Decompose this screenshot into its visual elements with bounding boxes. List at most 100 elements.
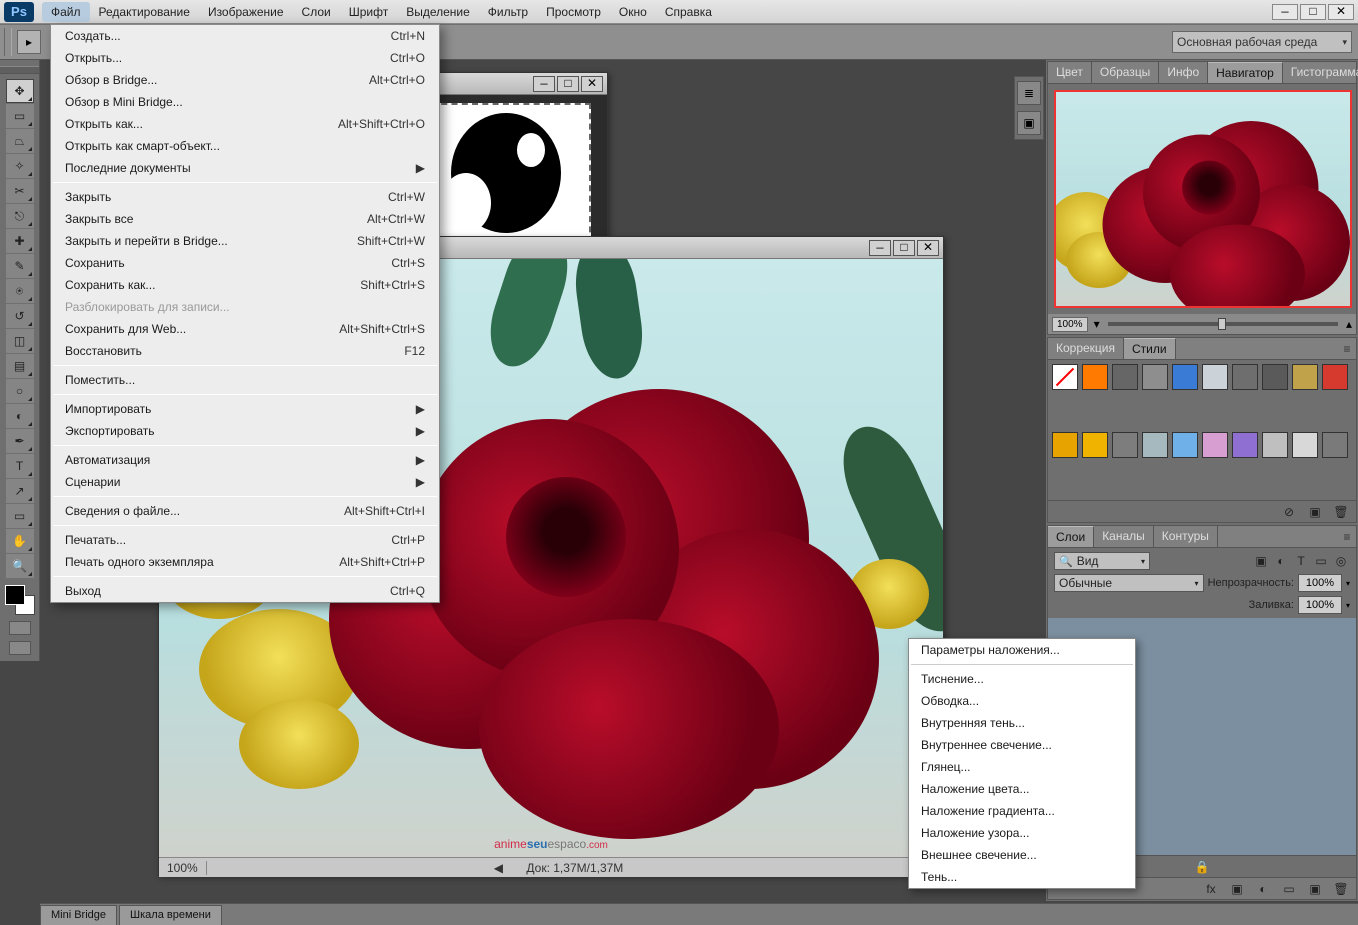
menuitem-печать-одного-экземпляра[interactable]: Печать одного экземпляраAlt+Shift+Ctrl+P xyxy=(51,551,439,573)
menuitem-создать-[interactable]: Создать...Ctrl+N xyxy=(51,25,439,47)
menuitem-выход[interactable]: ВыходCtrl+Q xyxy=(51,580,439,602)
menuitem-сохранить-как-[interactable]: Сохранить как...Shift+Ctrl+S xyxy=(51,274,439,296)
menuitem-открыть-как-[interactable]: Открыть как...Alt+Shift+Ctrl+O xyxy=(51,113,439,135)
navigator-zoom-value[interactable]: 100% xyxy=(1052,317,1088,332)
menuitem-печатать-[interactable]: Печатать...Ctrl+P xyxy=(51,529,439,551)
lock-icon[interactable]: 🔒 xyxy=(1195,860,1210,874)
style-swatch[interactable] xyxy=(1232,432,1258,458)
layer-new-icon[interactable]: ▣ xyxy=(1306,880,1324,898)
zoom-out-icon[interactable]: ▾ xyxy=(1094,317,1100,331)
zoom-in-icon[interactable]: ▴ xyxy=(1346,317,1352,331)
style-swatch[interactable] xyxy=(1112,364,1138,390)
filter-smart-icon[interactable]: ◎ xyxy=(1332,552,1350,570)
tab-навигатор[interactable]: Навигатор xyxy=(1208,62,1283,83)
style-swatch[interactable] xyxy=(1142,364,1168,390)
style-swatch[interactable] xyxy=(1322,432,1348,458)
menuitem-обзор-в-mini-bridge-[interactable]: Обзор в Mini Bridge... xyxy=(51,91,439,113)
menuitem-сохранить-для-web-[interactable]: Сохранить для Web...Alt+Shift+Ctrl+S xyxy=(51,318,439,340)
fx-тень-[interactable]: Тень... xyxy=(909,866,1135,888)
pen-tool[interactable]: ✒ xyxy=(6,429,34,453)
menu-изображение[interactable]: Изображение xyxy=(199,2,293,22)
stamp-tool[interactable]: ⍟ xyxy=(6,279,34,303)
menuitem-поместить-[interactable]: Поместить... xyxy=(51,369,439,391)
style-swatch[interactable] xyxy=(1262,364,1288,390)
menuitem-восстановить[interactable]: ВосстановитьF12 xyxy=(51,340,439,362)
zoom-value[interactable]: 100% xyxy=(159,861,207,875)
menu-выделение[interactable]: Выделение xyxy=(397,2,479,22)
workspace-select[interactable]: Основная рабочая среда xyxy=(1172,31,1352,53)
crop-tool[interactable]: ✂ xyxy=(6,179,34,203)
zoom-tool[interactable]: 🔍 xyxy=(6,554,34,578)
move-tool[interactable]: ✥ xyxy=(6,79,34,103)
style-swatch[interactable] xyxy=(1082,432,1108,458)
menu-просмотр[interactable]: Просмотр xyxy=(537,2,610,22)
doc-minimize-icon[interactable]: — xyxy=(533,76,555,92)
color-swatch[interactable] xyxy=(5,585,35,615)
menu-слои[interactable]: Слои xyxy=(293,2,340,22)
menu-файл[interactable]: Файл xyxy=(42,2,90,22)
fx-внутреннее-свечение-[interactable]: Внутреннее свечение... xyxy=(909,734,1135,756)
style-swatch[interactable] xyxy=(1172,432,1198,458)
style-swatch[interactable] xyxy=(1052,364,1078,390)
history-tool[interactable]: ↺ xyxy=(6,304,34,328)
layer-adj-icon[interactable]: ◐ xyxy=(1254,880,1272,898)
menuitem-экспортировать[interactable]: Экспортировать▶ xyxy=(51,420,439,442)
lasso-tool[interactable]: ⏢ xyxy=(6,129,34,153)
doc-close-icon[interactable]: ✕ xyxy=(917,240,939,256)
style-swatch[interactable] xyxy=(1292,364,1318,390)
style-swatch[interactable] xyxy=(1172,364,1198,390)
fx-наложение-цвета-[interactable]: Наложение цвета... xyxy=(909,778,1135,800)
tab-коррекция[interactable]: Коррекция xyxy=(1048,338,1124,359)
menu-справка[interactable]: Справка xyxy=(656,2,721,22)
layer-trash-icon[interactable]: 🗑 xyxy=(1332,880,1350,898)
menu-окно[interactable]: Окно xyxy=(610,2,656,22)
doc-close-icon[interactable]: ✕ xyxy=(581,76,603,92)
eraser-tool[interactable]: ◫ xyxy=(6,329,34,353)
menuitem-открыть-[interactable]: Открыть...Ctrl+O xyxy=(51,47,439,69)
eyedropper-tool[interactable]: ⎋ xyxy=(6,204,34,228)
fg-color[interactable] xyxy=(5,585,25,605)
blur-tool[interactable]: ○ xyxy=(6,379,34,403)
quickmask-icon[interactable] xyxy=(9,621,31,635)
style-swatch[interactable] xyxy=(1292,432,1318,458)
layer-fx-icon[interactable]: fx xyxy=(1202,880,1220,898)
filter-img-icon[interactable]: ▣ xyxy=(1252,552,1270,570)
fx-глянец-[interactable]: Глянец... xyxy=(909,756,1135,778)
tab-образцы[interactable]: Образцы xyxy=(1092,62,1159,83)
fx-наложение-узора-[interactable]: Наложение узора... xyxy=(909,822,1135,844)
filter-fx-icon[interactable]: ◐ xyxy=(1272,552,1290,570)
menu-редактирование[interactable]: Редактирование xyxy=(90,2,199,22)
fx-параметры-наложения-[interactable]: Параметры наложения... xyxy=(909,639,1135,661)
dodge-tool[interactable]: ◐ xyxy=(6,404,34,428)
type-tool[interactable]: T xyxy=(6,454,34,478)
history-panel-icon[interactable]: ≣ xyxy=(1017,81,1041,105)
menuitem-сохранить[interactable]: СохранитьCtrl+S xyxy=(51,252,439,274)
layer-mask-icon[interactable]: ▣ xyxy=(1228,880,1246,898)
style-swatch[interactable] xyxy=(1202,432,1228,458)
style-swatch[interactable] xyxy=(1322,364,1348,390)
style-swatch[interactable] xyxy=(1112,432,1138,458)
tab-каналы[interactable]: Каналы xyxy=(1094,526,1154,547)
panel-menu-icon[interactable]: ≡ xyxy=(1338,526,1356,547)
tool-preset-icon[interactable]: ▸ xyxy=(17,30,41,54)
close-button[interactable]: ✕ xyxy=(1328,4,1354,20)
fx-обводка-[interactable]: Обводка... xyxy=(909,690,1135,712)
menuitem-сведения-о-файле-[interactable]: Сведения о файле...Alt+Shift+Ctrl+I xyxy=(51,500,439,522)
screenmode-icon[interactable] xyxy=(9,641,31,655)
style-swatch[interactable] xyxy=(1262,432,1288,458)
menu-шрифт[interactable]: Шрифт xyxy=(340,2,397,22)
style-swatch[interactable] xyxy=(1202,364,1228,390)
maximize-button[interactable]: □ xyxy=(1300,4,1326,20)
blend-mode-select[interactable]: Обычные xyxy=(1054,574,1204,592)
menuitem-последние-документы[interactable]: Последние документы▶ xyxy=(51,157,439,179)
clear-icon[interactable]: ⊘ xyxy=(1280,503,1298,521)
filter-T-icon[interactable]: T xyxy=(1292,552,1310,570)
fill-value[interactable]: 100% xyxy=(1298,596,1342,614)
menuitem-закрыть-все[interactable]: Закрыть всеAlt+Ctrl+W xyxy=(51,208,439,230)
path-tool[interactable]: ↗ xyxy=(6,479,34,503)
navigator-zoom-slider[interactable] xyxy=(1108,322,1338,326)
menuitem-сценарии[interactable]: Сценарии▶ xyxy=(51,471,439,493)
brush-tool[interactable]: ✎ xyxy=(6,254,34,278)
navigator-thumbnail[interactable] xyxy=(1054,90,1352,308)
new-icon[interactable]: ▣ xyxy=(1306,503,1324,521)
